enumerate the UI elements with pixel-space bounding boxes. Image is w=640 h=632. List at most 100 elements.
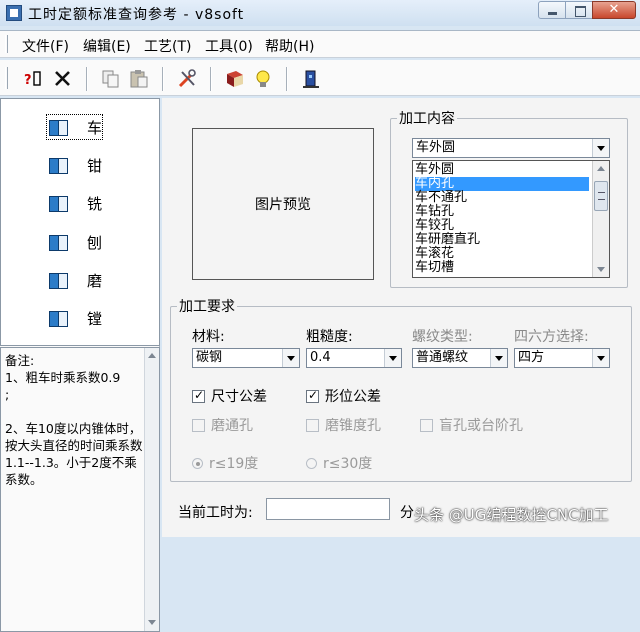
menu-bar: 文件(F) 编辑(E) 工艺(T) 工具(0) 帮助(H)	[0, 30, 640, 58]
window-title: 工时定额标准查询参考 - v8soft	[28, 7, 245, 23]
copy-icon[interactable]	[100, 68, 122, 90]
checkbox-box[interactable]	[420, 418, 433, 432]
current-time-field	[266, 498, 390, 520]
chevron-down-icon[interactable]	[490, 349, 507, 367]
thread-type-label: 螺纹类型:	[412, 329, 473, 345]
process-item-turning[interactable]: 车	[45, 114, 104, 140]
scroll-down-icon[interactable]	[148, 620, 156, 625]
svg-text:?: ?	[24, 73, 32, 88]
radio-dot[interactable]	[192, 457, 203, 469]
image-preview: 图片预览	[192, 128, 374, 280]
radio-label: r≤30度	[323, 456, 373, 472]
process-item-boring[interactable]: 镗	[47, 306, 102, 330]
notes-title: 备注:	[5, 353, 35, 368]
menu-edit[interactable]: 编辑(E)	[83, 36, 131, 56]
notes-text: 备注: 1、粗车时乘系数0.9 ; 2、车10度以内锥体时，按大头直径的时间乘系…	[5, 352, 143, 488]
current-time-label: 当前工时为:	[178, 505, 253, 521]
process-item-fitting[interactable]: 钳	[47, 153, 102, 177]
chevron-down-icon[interactable]	[592, 139, 609, 157]
book-icon[interactable]	[224, 68, 246, 90]
dropdown-option[interactable]: 车不通孔	[415, 191, 589, 205]
thread-type-select[interactable]: 普通螺纹	[412, 348, 508, 368]
angle-19-radio[interactable]: r≤19度	[192, 453, 258, 473]
process-item-planing[interactable]: 刨	[47, 230, 102, 254]
process-item-grinding[interactable]: 磨	[47, 268, 102, 292]
grind-taper-hole-checkbox[interactable]: 磨锥度孔	[306, 415, 381, 435]
close-button[interactable]: ✕	[592, 1, 636, 19]
material-select[interactable]: 碳钢	[192, 348, 300, 368]
toolbar: ?	[0, 60, 640, 96]
roughness-select[interactable]: 0.4	[306, 348, 402, 368]
scroll-down-icon[interactable]	[597, 267, 605, 272]
app-window: 工时定额标准查询参考 - v8soft ✕ 文件(F) 编辑(E) 工艺(T) …	[0, 0, 640, 632]
menu-tools[interactable]: 工具(0)	[205, 36, 253, 56]
tools-icon[interactable]	[176, 68, 198, 90]
process-item-milling[interactable]: 铣	[47, 191, 102, 215]
notes-box[interactable]: 备注: 1、粗车时乘系数0.9 ; 2、车10度以内锥体时，按大头直径的时间乘系…	[0, 347, 160, 632]
help-context-icon[interactable]: ?	[22, 68, 44, 90]
menu-file[interactable]: 文件(F)	[22, 36, 69, 56]
chevron-down-icon[interactable]	[592, 349, 609, 367]
machining-content-dropdown[interactable]: 车外圆 车内孔 车不通孔 车钻孔 车铰孔 车研磨直孔 车滚花 车切槽	[412, 160, 610, 278]
checkbox-box[interactable]	[306, 388, 319, 403]
process-list: 车 钳 铣 刨 磨 镗	[0, 98, 160, 346]
checkbox-label: 形位公差	[325, 389, 381, 405]
exit-icon[interactable]	[300, 68, 322, 90]
toolbar-separator	[162, 67, 164, 91]
book-icon	[47, 233, 69, 251]
dropdown-option[interactable]: 车外圆	[415, 163, 589, 177]
process-label: 磨	[87, 271, 103, 290]
notes-scrollbar[interactable]	[144, 348, 159, 631]
toolbar-separator	[286, 67, 288, 91]
scroll-up-icon[interactable]	[597, 166, 605, 171]
dropdown-option[interactable]: 车铰孔	[415, 219, 589, 233]
roughness-label: 粗糙度:	[306, 329, 353, 345]
current-time-unit: 分	[400, 505, 414, 521]
radio-dot[interactable]	[306, 457, 317, 469]
hex-choice-select[interactable]: 四方	[514, 348, 610, 368]
dropdown-option[interactable]: 车滚花	[415, 247, 589, 261]
app-icon	[6, 5, 22, 21]
paste-icon[interactable]	[128, 68, 150, 90]
blind-or-step-hole-checkbox[interactable]: 盲孔或台阶孔	[420, 415, 523, 435]
checkbox-box[interactable]	[192, 418, 205, 432]
window-controls: ✕	[538, 1, 636, 19]
roughness-value: 0.4	[310, 350, 331, 365]
machining-content-legend: 加工内容	[399, 111, 455, 127]
dropdown-option[interactable]: 车切槽	[415, 261, 589, 275]
scroll-thumb[interactable]	[594, 181, 608, 211]
chevron-down-icon[interactable]	[384, 349, 401, 367]
dropdown-scrollbar[interactable]	[592, 161, 609, 277]
menu-process[interactable]: 工艺(T)	[144, 36, 191, 56]
requirements-legend: 加工要求	[179, 299, 235, 315]
book-icon	[47, 194, 69, 212]
toolbar-separator	[210, 67, 212, 91]
dropdown-option[interactable]: 车钻孔	[415, 205, 589, 219]
menu-grip	[5, 35, 8, 53]
material-value: 碳钢	[196, 350, 223, 365]
book-icon	[47, 309, 69, 327]
dropdown-option[interactable]: 车研磨直孔	[415, 233, 589, 247]
process-label: 镗	[87, 309, 103, 328]
book-icon	[47, 271, 69, 289]
preview-label: 图片预览	[255, 197, 311, 213]
process-label: 车	[87, 118, 103, 137]
scroll-up-icon[interactable]	[148, 353, 156, 358]
minimize-button[interactable]	[538, 1, 566, 19]
chevron-down-icon[interactable]	[282, 349, 299, 367]
dimension-tolerance-checkbox[interactable]: 尺寸公差	[192, 386, 267, 406]
delete-icon[interactable]	[52, 68, 74, 90]
angle-30-radio[interactable]: r≤30度	[306, 453, 372, 473]
maximize-button[interactable]	[565, 1, 593, 19]
machining-content-value: 车外圆	[416, 140, 456, 155]
machining-content-select[interactable]: 车外圆	[412, 138, 610, 158]
menu-help[interactable]: 帮助(H)	[265, 36, 314, 56]
checkbox-box[interactable]	[192, 388, 205, 403]
lightbulb-icon[interactable]	[252, 68, 274, 90]
process-label: 铣	[87, 194, 103, 213]
main-panel: 图片预览 加工内容 车外圆 车外圆 车内孔 车不通孔 车钻孔 车铰孔 车研磨直孔…	[162, 98, 640, 537]
checkbox-box[interactable]	[306, 418, 319, 432]
grind-through-hole-checkbox[interactable]: 磨通孔	[192, 415, 253, 435]
dropdown-option-highlighted[interactable]: 车内孔	[415, 177, 589, 191]
geometric-tolerance-checkbox[interactable]: 形位公差	[306, 386, 381, 406]
